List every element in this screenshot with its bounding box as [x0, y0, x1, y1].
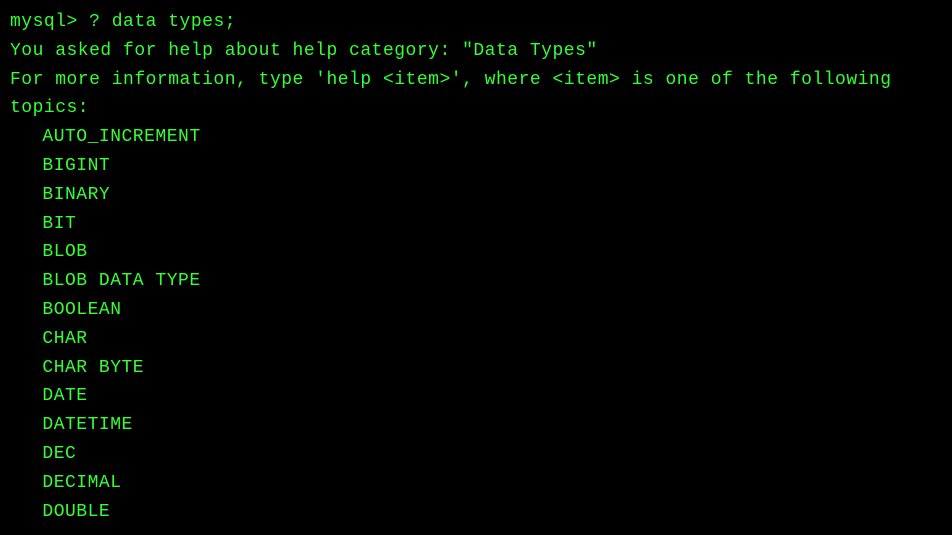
topic-item: CHAR — [10, 325, 942, 354]
user-command: ? data types; — [89, 12, 236, 32]
topic-item: DOUBLE — [10, 498, 942, 527]
topic-item: BIT — [10, 210, 942, 239]
mysql-prompt: mysql> — [10, 12, 89, 32]
response-instruction: For more information, type 'help <item>'… — [10, 66, 942, 95]
topic-item: BIGINT — [10, 152, 942, 181]
response-header: You asked for help about help category: … — [10, 37, 942, 66]
topic-item: DEC — [10, 440, 942, 469]
topic-item: BINARY — [10, 181, 942, 210]
response-topics-label: topics: — [10, 94, 942, 123]
topic-item: BLOB — [10, 238, 942, 267]
topic-item: DECIMAL — [10, 469, 942, 498]
topic-item: DATETIME — [10, 411, 942, 440]
topic-item: BOOLEAN — [10, 296, 942, 325]
command-line[interactable]: mysql> ? data types; — [10, 8, 942, 37]
topic-item: AUTO_INCREMENT — [10, 123, 942, 152]
topic-item: BLOB DATA TYPE — [10, 267, 942, 296]
topic-item: DATE — [10, 382, 942, 411]
topic-item: CHAR BYTE — [10, 354, 942, 383]
